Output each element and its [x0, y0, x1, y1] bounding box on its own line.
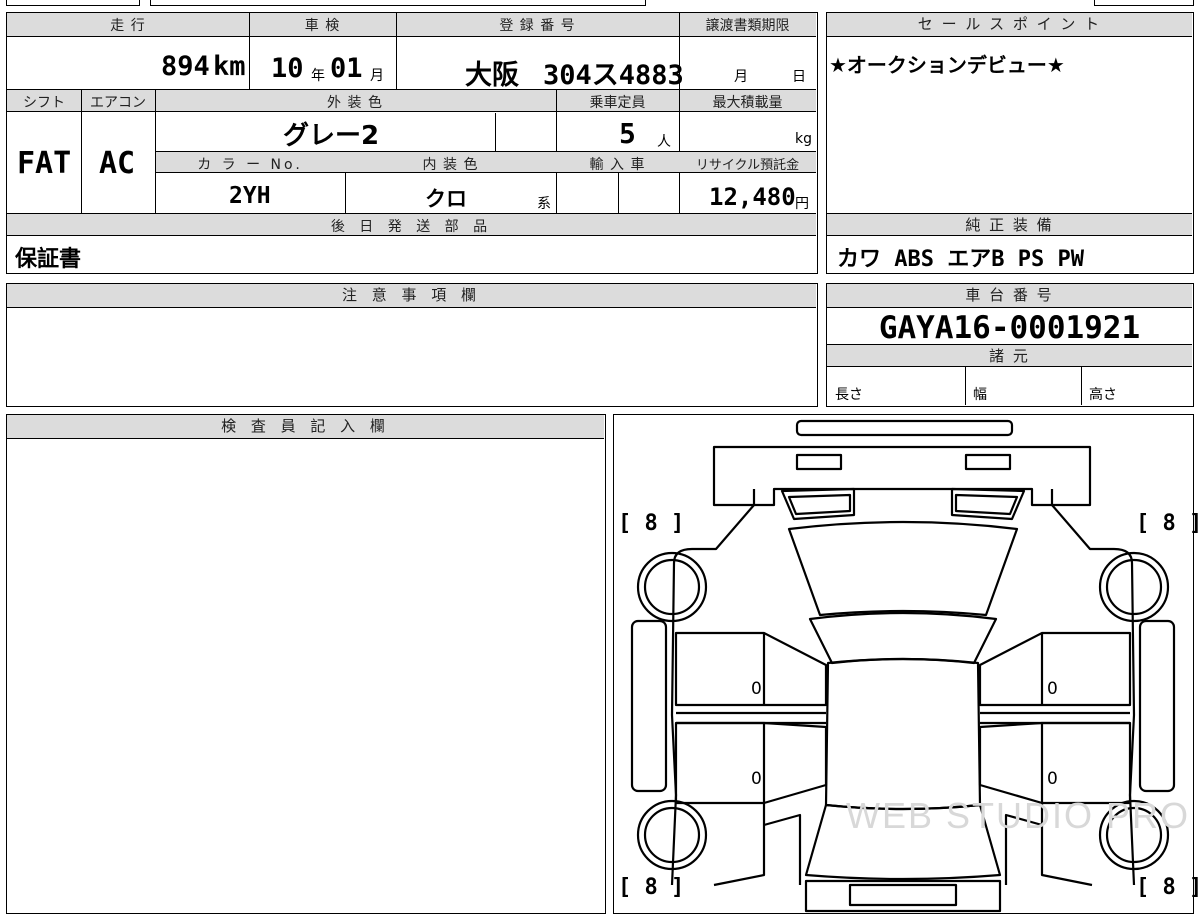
tire-front-left-mark: [ 8 ] [618, 511, 685, 536]
later-parts-value: 保証書 [15, 247, 82, 272]
top-cutoff-row [6, 0, 1194, 6]
door-rear-right-mark: 0 [1047, 769, 1058, 789]
inspector-panel: 検 査 員 記 入 欄 [6, 414, 606, 914]
interior-color-suffix: 系 [537, 196, 551, 212]
door-rear-left-mark: 0 [751, 769, 762, 789]
transfer-month-unit: 月 [734, 69, 748, 85]
recycle-unit: 円 [795, 196, 809, 212]
notes-panel: 注 意 事 項 欄 [6, 283, 818, 407]
notes-label: 注 意 事 項 欄 [7, 284, 816, 308]
length-label: 長さ [835, 387, 863, 403]
sales-point-label: セ ー ル ス ポ イ ン ト [827, 13, 1192, 37]
watermark: WEB STUDIO PRO [846, 795, 1191, 836]
tire-rear-right-mark: [ 8 ] [1136, 875, 1200, 900]
registration-label: 登 録 番 号 [499, 18, 576, 34]
aircon-label: エアコン [90, 95, 146, 111]
recycle-value: 12,480 [709, 183, 796, 211]
inspection-month: 01 [330, 53, 363, 84]
shift-value: FAT [17, 146, 72, 181]
inspector-label: 検 査 員 記 入 欄 [7, 415, 604, 439]
later-parts-label: 後 日 発 送 部 品 [330, 219, 493, 235]
mileage-label: 走 行 [110, 18, 146, 34]
sales-point-panel: セ ー ル ス ポ イ ン ト ★オークションデビュー★ 純 正 装 備 カワ … [826, 12, 1194, 274]
color-no-value: 2YH [229, 183, 271, 209]
registration-region: 大阪 [465, 60, 519, 91]
specs-label: 諸 元 [827, 345, 1192, 367]
max-load-unit: kg [795, 131, 812, 147]
door-front-right-mark: 0 [1047, 679, 1058, 699]
aircon-value: AC [99, 146, 136, 181]
transfer-deadline-label: 譲渡書類期限 [705, 18, 790, 34]
interior-color-label: 内 装 色 [422, 157, 479, 173]
exterior-color-label: 外 装 色 [327, 95, 383, 111]
inspection-label: 車 検 [304, 18, 341, 34]
sales-point-value: ★オークションデビュー★ [829, 53, 1065, 77]
width-label: 幅 [973, 387, 987, 403]
transfer-day-unit: 日 [792, 69, 806, 85]
interior-color-value: クロ [425, 187, 467, 211]
import-label: 輸 入 車 [589, 157, 646, 173]
capacity-label: 乗車定員 [589, 95, 646, 111]
color-no-label: カ ラ ー No. [197, 157, 303, 173]
car-outline-diagram [630, 419, 1176, 913]
height-label: 高さ [1089, 387, 1117, 403]
capacity-unit: 人 [657, 134, 671, 150]
shift-label: シフト [23, 95, 65, 111]
recycle-label: リサイクル預託金 [695, 158, 800, 173]
inspection-year: 10 [271, 53, 304, 84]
standard-equipment-value: カワ ABS エアB PS PW [837, 247, 1084, 272]
inspection-month-unit: 月 [370, 68, 384, 84]
registration-number: 304ス4883 [543, 60, 684, 91]
chassis-value: GAYA16-0001921 [878, 310, 1141, 346]
chassis-label: 車 台 番 号 [827, 284, 1192, 308]
chassis-panel: 車 台 番 号 GAYA16-0001921 諸 元 長さ 幅 高さ [826, 283, 1194, 407]
door-front-left-mark: 0 [751, 679, 762, 699]
car-diagram-panel: [ 8 ] [ 8 ] [ 8 ] [ 8 ] 0 0 0 0 WEB STUD… [613, 414, 1200, 914]
capacity-value: 5 [619, 117, 636, 150]
vehicle-info-table: 走 行 車 検 登 録 番 号 譲渡書類期限 894 km 10 年 01 月 … [6, 12, 818, 274]
mileage-unit: km [213, 51, 246, 82]
tire-rear-left-mark: [ 8 ] [618, 875, 685, 900]
mileage-value: 894 [161, 51, 210, 82]
exterior-color-value: グレー2 [283, 121, 380, 151]
tire-front-right-mark: [ 8 ] [1136, 511, 1200, 536]
standard-equipment-label: 純 正 装 備 [827, 214, 1192, 236]
max-load-label: 最大積載量 [712, 95, 783, 111]
inspection-year-unit: 年 [311, 68, 325, 84]
